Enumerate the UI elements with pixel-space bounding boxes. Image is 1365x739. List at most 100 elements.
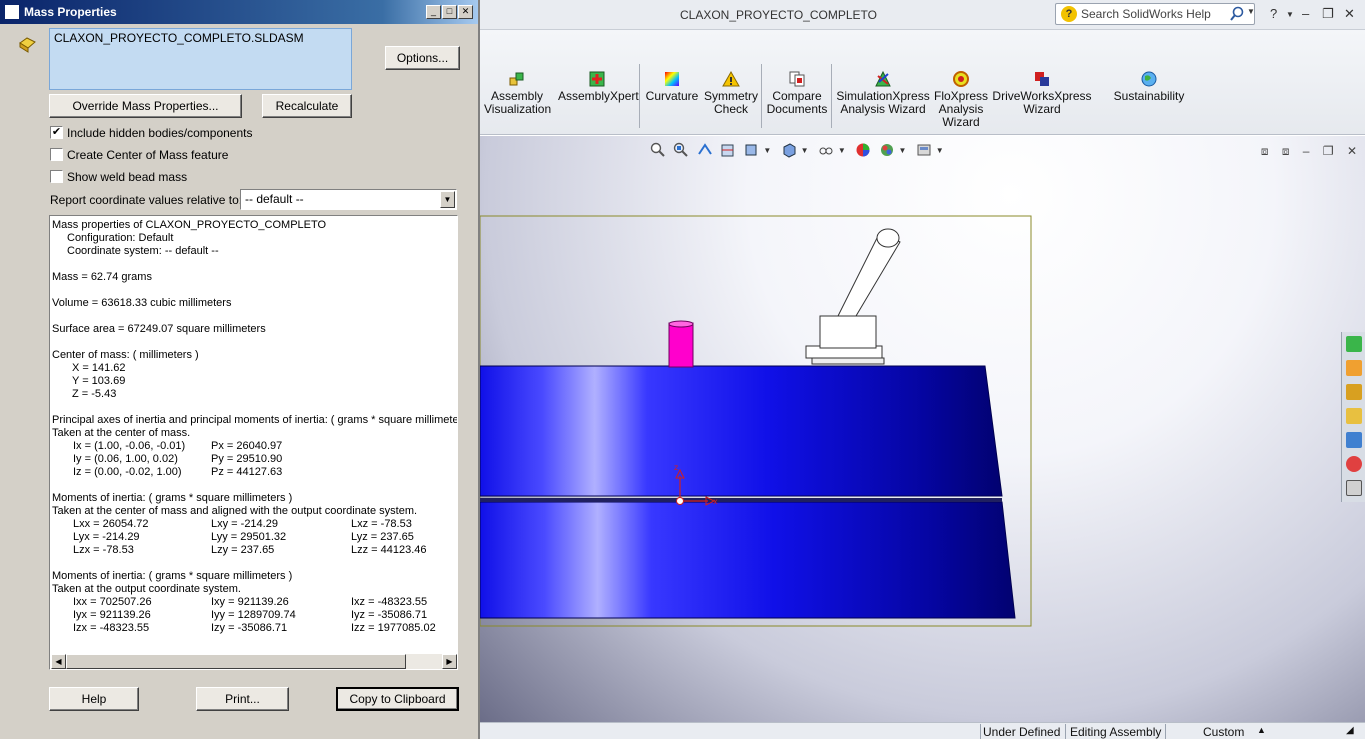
dialog-close-button[interactable]: ✕	[458, 5, 473, 19]
scroll-right-icon[interactable]: ▶	[442, 654, 457, 669]
command-manager: Assembly Visualization AssemblyXpert Curv…	[480, 30, 1365, 135]
results-moi2-taken: Taken at the output coordinate system.	[52, 583, 241, 595]
chevron-down-icon[interactable]: ▼	[440, 191, 455, 208]
toggle-nut	[811, 357, 885, 365]
globe-icon	[1141, 71, 1157, 87]
coordinate-system-select[interactable]: -- default -- ▼	[240, 189, 457, 210]
status-units[interactable]: Custom	[1203, 725, 1244, 739]
curvature-icon	[665, 72, 679, 86]
warning-triangle-icon	[722, 70, 740, 87]
scrollbar-thumb[interactable]	[66, 654, 406, 669]
assembly-visualization-icon	[509, 72, 524, 86]
weld-bead-checkbox[interactable]	[50, 170, 63, 183]
help-search-box[interactable]: ? ▼	[1055, 3, 1255, 25]
symmetry-check-button[interactable]: Symmetry Check	[704, 70, 758, 116]
graphics-area[interactable]: ▼ ▼ ▼ ▼ ▼ ⧈ ⧈ – ❐ ✕ z x	[480, 136, 1365, 722]
status-separator	[1065, 724, 1066, 739]
restore-icon[interactable]: ❐	[1322, 6, 1334, 22]
mass-properties-dialog: Mass Properties _ □ ✕ CLAXON_PROYECTO_CO…	[0, 0, 480, 739]
help-search-input[interactable]	[1081, 6, 1229, 22]
units-up-arrow-icon[interactable]: ▲	[1257, 725, 1266, 735]
task-pane-tabs	[1341, 332, 1365, 502]
selected-components-list[interactable]: CLAXON_PROYECTO_COMPLETO.SLDASM	[49, 28, 352, 90]
results-pz: Pz = 44127.63	[211, 466, 283, 478]
horizontal-scrollbar[interactable]: ◀ ▶	[51, 654, 457, 669]
status-editing: Editing Assembly	[1070, 725, 1162, 739]
results-coord-system: Coordinate system: -- default --	[67, 245, 219, 257]
results-iyz: Iyz = -35086.71	[351, 609, 428, 621]
search-dropdown-icon[interactable]: ▼	[1247, 7, 1255, 16]
options-button[interactable]: Options...	[385, 46, 460, 70]
dialog-minimize-button[interactable]: _	[426, 5, 441, 19]
help-menu-dropdown-icon[interactable]: ▼	[1286, 10, 1294, 19]
dialog-titlebar[interactable]: Mass Properties _ □ ✕	[0, 0, 478, 24]
compare-documents-button[interactable]: Compare Documents	[765, 70, 829, 116]
assemblyxpert-button[interactable]: AssemblyXpert	[558, 70, 639, 103]
compare-documents-icon	[789, 71, 805, 87]
push-button-top	[668, 320, 694, 328]
design-library-tab-icon[interactable]	[1346, 384, 1362, 400]
floxpress-button[interactable]: FloXpress Analysis Wizard	[932, 70, 990, 129]
override-mass-properties-button[interactable]: Override Mass Properties...	[49, 94, 242, 118]
resize-grip-icon[interactable]: ◢	[1346, 725, 1354, 736]
search-icon[interactable]	[1229, 6, 1245, 22]
results-ixy: Ixy = 921139.26	[211, 596, 289, 608]
appearances-tab-icon[interactable]	[1346, 456, 1362, 472]
results-lzz: Lzz = 44123.46	[351, 544, 427, 556]
triad-x-label: x	[713, 497, 718, 506]
help-menu-icon[interactable]: ?	[1270, 6, 1277, 21]
selected-component-item[interactable]: CLAXON_PROYECTO_COMPLETO.SLDASM	[54, 31, 304, 45]
help-button[interactable]: Help	[49, 687, 139, 711]
assembly-file-icon	[19, 37, 36, 53]
results-iz: Iz = (0.00, -0.02, 1.00)	[73, 466, 182, 478]
results-ixz: Ixz = -48323.55	[351, 596, 428, 608]
minimize-icon[interactable]: –	[1302, 6, 1309, 21]
results-iyx: Iyx = 921139.26	[73, 609, 151, 621]
results-volume: Volume = 63618.33 cubic millimeters	[52, 297, 232, 309]
upper-housing[interactable]	[480, 365, 1003, 497]
results-header: Mass properties of CLAXON_PROYECTO_COMPL…	[52, 219, 327, 231]
help-question-icon: ?	[1061, 6, 1077, 22]
results-izz: Izz = 1977085.02	[351, 622, 436, 634]
lower-housing[interactable]	[480, 501, 1016, 619]
include-hidden-label: Include hidden bodies/components	[67, 126, 253, 140]
assemblyxpert-icon	[589, 71, 605, 87]
results-com-y: Y = 103.69	[72, 375, 126, 387]
print-button[interactable]: Print...	[196, 687, 289, 711]
model-view[interactable]: z x	[480, 136, 1365, 722]
results-lyz: Lyz = 237.65	[351, 531, 414, 543]
results-com-header: Center of mass: ( millimeters )	[52, 349, 199, 361]
results-moi2-header: Moments of inertia: ( grams * square mil…	[52, 570, 293, 582]
results-configuration: Configuration: Default	[67, 232, 174, 244]
coordinate-system-label: Report coordinate values relative to:	[50, 193, 243, 207]
driveworksxpress-button[interactable]: DriveWorksXpress Wizard	[992, 70, 1092, 116]
results-com-x: X = 141.62	[72, 362, 126, 374]
assembly-visualization-button[interactable]: Assembly Visualization	[484, 70, 551, 116]
simulationxpress-button[interactable]: SimulationXpress Analysis Wizard	[835, 70, 931, 116]
custom-properties-tab-icon[interactable]	[1346, 480, 1362, 496]
push-button[interactable]	[668, 322, 694, 368]
driveworksxpress-icon	[1035, 72, 1049, 86]
results-lyx: Lyx = -214.29	[73, 531, 140, 543]
home-tab-icon[interactable]	[1346, 360, 1362, 376]
results-iyy: Iyy = 1289709.74	[211, 609, 296, 621]
results-px: Px = 26040.97	[211, 440, 283, 452]
status-under-defined: Under Defined	[983, 725, 1061, 739]
recalculate-button[interactable]: Recalculate	[262, 94, 352, 118]
copy-to-clipboard-button[interactable]: Copy to Clipboard	[336, 687, 459, 711]
dialog-maximize-button[interactable]: □	[442, 5, 457, 19]
view-palette-tab-icon[interactable]	[1346, 432, 1362, 448]
center-of-mass-checkbox[interactable]	[50, 148, 63, 161]
curvature-button[interactable]: Curvature	[644, 70, 700, 103]
sustainability-button[interactable]: Sustainability	[1110, 70, 1188, 103]
results-text: Mass properties of CLAXON_PROYECTO_COMPL…	[51, 219, 457, 656]
dialog-title: Mass Properties	[24, 5, 117, 19]
include-hidden-checkbox[interactable]: ✔	[50, 126, 63, 139]
scroll-left-icon[interactable]: ◀	[51, 654, 66, 669]
close-icon[interactable]: ✕	[1344, 6, 1355, 22]
mass-properties-results[interactable]: Mass properties of CLAXON_PROYECTO_COMPL…	[49, 215, 458, 670]
results-com-z: Z = -5.43	[72, 388, 117, 400]
file-explorer-tab-icon[interactable]	[1346, 408, 1362, 424]
toggle-body[interactable]	[819, 315, 877, 349]
resources-tab-icon[interactable]	[1346, 336, 1362, 352]
